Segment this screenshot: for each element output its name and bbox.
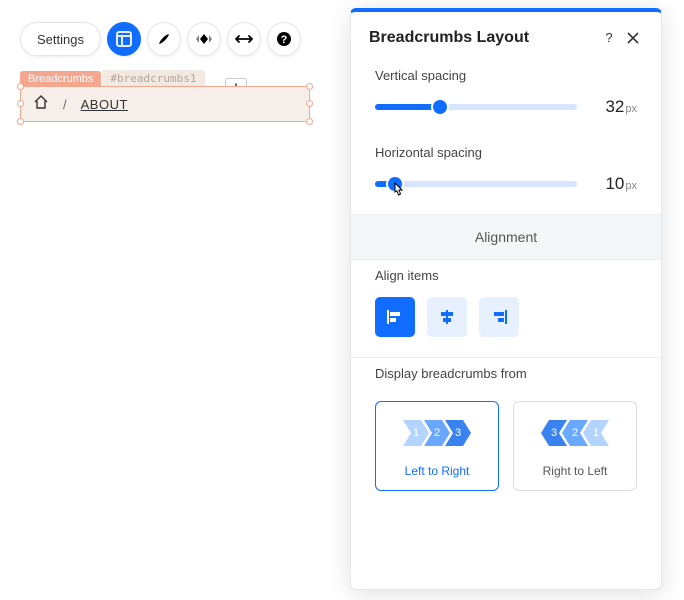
breadcrumb-current[interactable]: ABOUT bbox=[81, 97, 128, 112]
alignment-heading: Alignment bbox=[351, 214, 661, 260]
rtl-graphic: 3 2 1 bbox=[541, 420, 609, 446]
stretch-icon bbox=[235, 33, 253, 45]
resize-handle[interactable] bbox=[306, 83, 313, 90]
resize-handle[interactable] bbox=[17, 83, 24, 90]
align-left-button[interactable] bbox=[375, 297, 415, 337]
element-badges: Breadcrumbs #breadcrumbs1 bbox=[20, 70, 205, 87]
layout-button[interactable] bbox=[107, 22, 141, 56]
align-right-button[interactable] bbox=[479, 297, 519, 337]
resize-handle[interactable] bbox=[306, 100, 313, 107]
animation-button[interactable] bbox=[187, 22, 221, 56]
resize-handle[interactable] bbox=[17, 100, 24, 107]
svg-text:?: ? bbox=[281, 34, 288, 46]
design-button[interactable] bbox=[147, 22, 181, 56]
help-icon: ? bbox=[602, 31, 616, 45]
element-id-badge: #breadcrumbs1 bbox=[102, 70, 204, 87]
close-icon bbox=[627, 32, 639, 44]
direction-ltr-card[interactable]: 1 2 3 Left to Right bbox=[375, 401, 499, 491]
breadcrumb-preview[interactable]: / ABOUT bbox=[20, 86, 310, 122]
ltr-graphic: 1 2 3 bbox=[403, 420, 471, 446]
vertical-spacing-value[interactable]: 32px bbox=[587, 97, 637, 117]
resize-handle[interactable] bbox=[306, 118, 313, 125]
align-left-icon bbox=[386, 309, 404, 325]
element-type-badge: Breadcrumbs bbox=[20, 71, 101, 87]
horizontal-spacing-label: Horizontal spacing bbox=[375, 145, 637, 160]
horizontal-spacing-value[interactable]: 10px bbox=[587, 174, 637, 194]
help-button[interactable]: ? bbox=[267, 22, 301, 56]
horizontal-spacing-section: Horizontal spacing 10px bbox=[351, 137, 661, 214]
direction-rtl-card[interactable]: 3 2 1 Right to Left bbox=[513, 401, 637, 491]
settings-button[interactable]: Settings bbox=[20, 22, 101, 56]
breadcrumb-separator: / bbox=[63, 97, 67, 112]
layout-panel: Breadcrumbs Layout ? Vertical spacing 32… bbox=[350, 8, 662, 590]
vertical-spacing-label: Vertical spacing bbox=[375, 68, 637, 83]
vertical-spacing-section: Vertical spacing 32px bbox=[351, 60, 661, 137]
help-icon: ? bbox=[276, 31, 292, 47]
vertical-spacing-slider[interactable] bbox=[375, 104, 577, 110]
display-direction-section: Display breadcrumbs from 1 2 3 Left to R… bbox=[351, 358, 661, 511]
align-items-section: Align items bbox=[351, 260, 661, 357]
panel-header: Breadcrumbs Layout ? bbox=[351, 12, 661, 60]
brush-icon bbox=[156, 31, 172, 47]
layout-icon bbox=[116, 31, 132, 47]
ltr-label: Left to Right bbox=[405, 464, 470, 478]
align-right-icon bbox=[490, 309, 508, 325]
animation-icon bbox=[195, 32, 213, 46]
align-center-button[interactable] bbox=[427, 297, 467, 337]
home-icon[interactable] bbox=[33, 94, 49, 115]
horizontal-spacing-slider[interactable] bbox=[375, 181, 577, 187]
display-direction-label: Display breadcrumbs from bbox=[375, 366, 637, 381]
panel-title: Breadcrumbs Layout bbox=[369, 29, 597, 47]
align-items-label: Align items bbox=[375, 268, 637, 283]
align-center-icon bbox=[438, 309, 456, 325]
svg-text:?: ? bbox=[605, 31, 612, 45]
panel-close-button[interactable] bbox=[621, 26, 645, 50]
panel-help-button[interactable]: ? bbox=[597, 26, 621, 50]
toolbar: Settings ? bbox=[20, 22, 301, 56]
settings-label: Settings bbox=[37, 32, 84, 47]
resize-handle[interactable] bbox=[17, 118, 24, 125]
rtl-label: Right to Left bbox=[543, 464, 608, 478]
stretch-button[interactable] bbox=[227, 22, 261, 56]
